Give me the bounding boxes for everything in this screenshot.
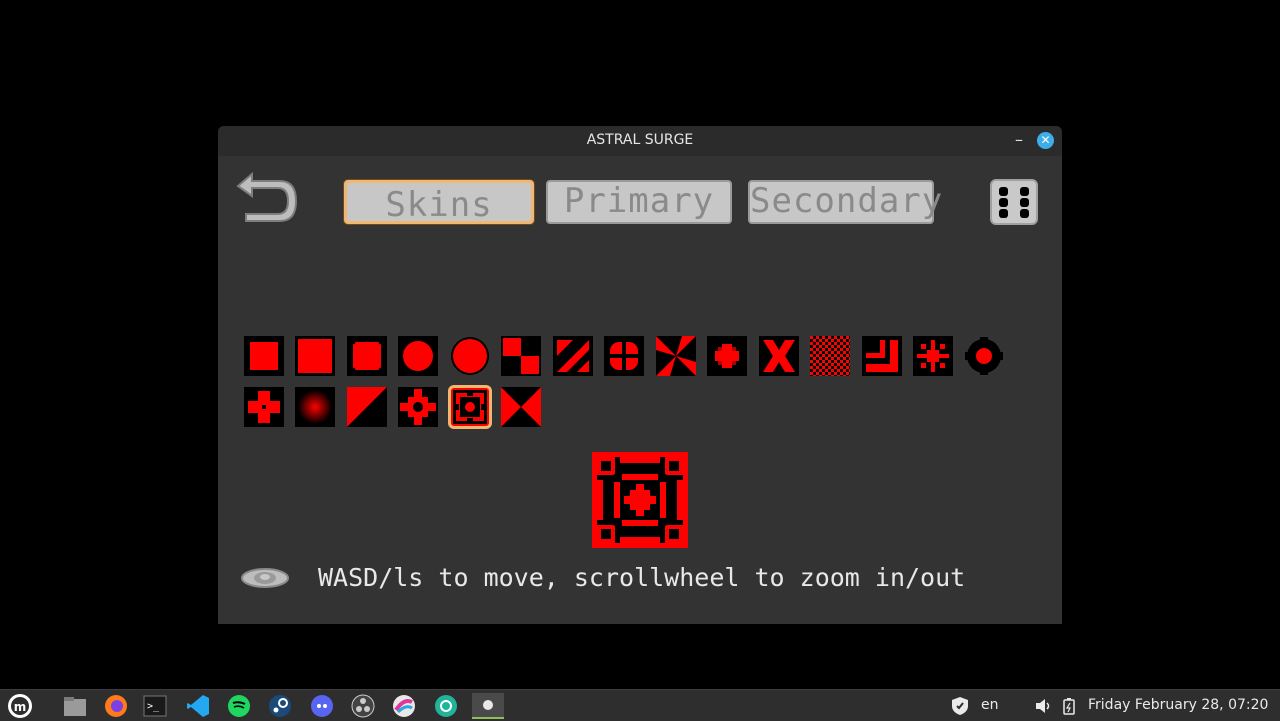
window-titlebar[interactable]: ASTRAL SURGE – ✕ xyxy=(218,126,1062,156)
krita-icon[interactable] xyxy=(390,693,418,719)
skin-spiked-star[interactable] xyxy=(913,336,953,376)
skin-hourglass[interactable] xyxy=(501,387,541,427)
steam-icon[interactable] xyxy=(266,693,294,719)
back-arrow-icon xyxy=(236,171,298,222)
keyboard-layout[interactable]: en xyxy=(981,690,999,721)
skin-notched-square[interactable] xyxy=(347,336,387,376)
skin-circle-large[interactable] xyxy=(450,336,490,376)
skin-x-cross[interactable] xyxy=(759,336,799,376)
skin-radial-glow[interactable] xyxy=(295,387,335,427)
skin-circle[interactable] xyxy=(398,336,438,376)
controls-hint: WASD/ls to move, scrollwheel to zoom in/… xyxy=(318,563,966,592)
skin-square-large[interactable] xyxy=(295,336,335,376)
back-button[interactable] xyxy=(228,168,308,230)
skin-ornate-selected[interactable] xyxy=(448,385,492,429)
wifi-icon[interactable] xyxy=(1004,693,1032,719)
aperture-icon[interactable] xyxy=(432,693,460,719)
game-window: ASTRAL SURGE – ✕ Skins Primary Secondary xyxy=(218,126,1062,624)
skin-crosshair[interactable] xyxy=(604,336,644,376)
firefox-icon[interactable] xyxy=(102,693,130,719)
shield-icon[interactable] xyxy=(946,693,974,719)
skin-preview xyxy=(592,452,688,548)
skin-corner-bracket[interactable] xyxy=(862,336,902,376)
skin-cog[interactable] xyxy=(398,387,438,427)
random-skin-button[interactable] xyxy=(990,179,1038,225)
terminal-icon[interactable]: >_ xyxy=(141,693,169,719)
discord-icon[interactable] xyxy=(308,693,336,719)
vscode-icon[interactable] xyxy=(184,693,212,719)
skin-plus[interactable] xyxy=(244,387,284,427)
skin-half-triangle[interactable] xyxy=(347,387,387,427)
window-title: ASTRAL SURGE xyxy=(586,132,694,148)
skin-grid xyxy=(244,336,1024,432)
taskbar: m >_ en Friday February 28, 07:20 xyxy=(0,689,1280,721)
svg-text:m: m xyxy=(14,700,27,714)
skin-checker-quad[interactable] xyxy=(501,336,541,376)
game-icon[interactable] xyxy=(472,693,504,719)
tab-skins[interactable]: Skins xyxy=(344,180,534,225)
tab-secondary[interactable]: Secondary xyxy=(748,180,942,224)
tab-primary[interactable]: Primary xyxy=(546,180,732,224)
skin-square[interactable] xyxy=(244,336,284,376)
battery-icon[interactable] xyxy=(1055,693,1083,719)
eye-icon xyxy=(241,568,289,588)
mint-menu-icon[interactable]: m xyxy=(6,693,34,719)
svg-text:>_: >_ xyxy=(147,701,160,712)
skin-fine-checker[interactable] xyxy=(810,336,850,376)
close-button[interactable]: ✕ xyxy=(1037,132,1054,149)
clock[interactable]: Friday February 28, 07:20 xyxy=(1088,690,1268,721)
files-icon[interactable] xyxy=(61,693,89,719)
skin-diagonal-split[interactable] xyxy=(553,336,593,376)
volume-icon[interactable] xyxy=(1029,693,1057,719)
obs-icon[interactable] xyxy=(349,693,377,719)
visibility-toggle[interactable] xyxy=(240,566,290,590)
minimize-button[interactable]: – xyxy=(1010,130,1028,150)
skin-gear-dot[interactable] xyxy=(964,336,1004,376)
skin-pinwheel[interactable] xyxy=(656,336,696,376)
spotify-icon[interactable] xyxy=(225,693,253,719)
skin-star-small[interactable] xyxy=(707,336,747,376)
